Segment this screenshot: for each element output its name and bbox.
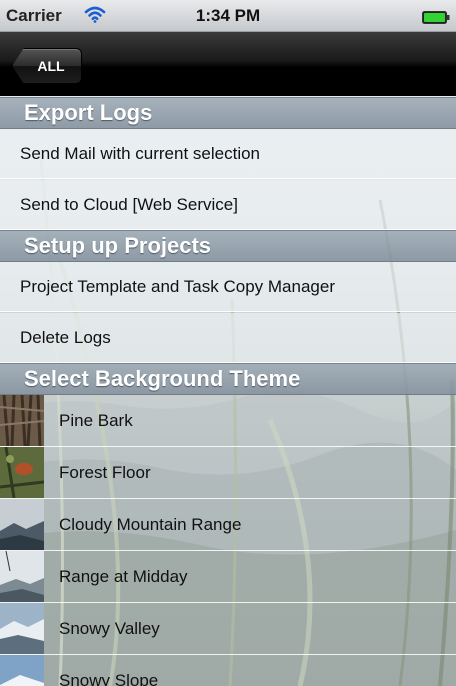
theme-label: Range at Midday	[59, 566, 188, 586]
section-header-export-logs: Export Logs	[0, 97, 456, 129]
theme-row-snowy-slope[interactable]: Snowy Slope	[0, 655, 456, 686]
forest-floor-thumbnail-icon	[0, 447, 44, 498]
pine-bark-thumbnail-icon	[0, 395, 44, 446]
theme-row-forest-floor[interactable]: Forest Floor	[0, 447, 456, 499]
delete-logs-row[interactable]: Delete Logs	[0, 313, 456, 363]
theme-label: Snowy Slope	[59, 670, 159, 686]
theme-row-range-midday[interactable]: Range at Midday	[0, 551, 456, 603]
status-time: 1:34 PM	[195, 6, 261, 25]
theme-label: Cloudy Mountain Range	[59, 514, 242, 534]
snowy-slope-thumbnail-icon	[0, 655, 44, 686]
section-header-background-theme: Select Background Theme	[0, 363, 456, 395]
theme-label: Pine Bark	[59, 410, 133, 430]
theme-label: Forest Floor	[59, 462, 151, 482]
theme-row-cloudy-mountain[interactable]: Cloudy Mountain Range	[0, 499, 456, 551]
range-midday-thumbnail-icon	[0, 551, 44, 602]
send-mail-row[interactable]: Send Mail with current selection	[0, 129, 456, 179]
status-bar: Carrier 1:34 PM	[0, 0, 456, 32]
project-template-row[interactable]: Project Template and Task Copy Manager	[0, 262, 456, 312]
send-to-cloud-row[interactable]: Send to Cloud [Web Service]	[0, 180, 456, 230]
back-button[interactable]: ALL	[12, 48, 82, 84]
navigation-bar: ALL	[0, 32, 456, 96]
battery-icon	[422, 9, 450, 24]
cloudy-mountain-thumbnail-icon	[0, 499, 44, 550]
section-header-setup-projects: Setup up Projects	[0, 230, 456, 262]
theme-row-pine-bark[interactable]: Pine Bark	[0, 395, 456, 447]
theme-label: Snowy Valley	[59, 618, 160, 638]
snowy-valley-thumbnail-icon	[0, 603, 44, 654]
theme-row-snowy-valley[interactable]: Snowy Valley	[0, 603, 456, 655]
